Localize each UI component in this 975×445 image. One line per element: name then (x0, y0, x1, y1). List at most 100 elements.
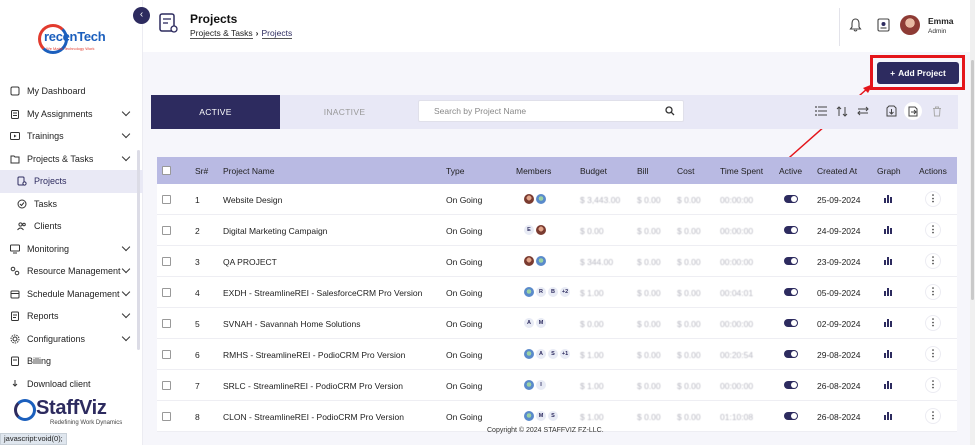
chevron-down-icon[interactable] (121, 264, 131, 274)
column-header-created[interactable]: Created At (817, 166, 857, 176)
row-checkbox[interactable] (162, 195, 171, 204)
column-header-active[interactable]: Active (779, 166, 802, 176)
table-row[interactable]: 6 RMHS - StreamlineREI - PodioCRM Pro Ver… (157, 339, 957, 370)
members-avatars[interactable]: E (524, 225, 546, 235)
collapse-sidebar-button[interactable]: ‹ (133, 7, 150, 24)
column-header-members[interactable]: Members (516, 166, 551, 176)
breadcrumb-projects[interactable]: Projects (261, 28, 293, 39)
column-header-type[interactable]: Type (446, 166, 464, 176)
row-checkbox[interactable] (162, 350, 171, 359)
search-icon[interactable] (665, 106, 675, 116)
row-checkbox[interactable] (162, 412, 171, 421)
project-name-link[interactable]: CLON - StreamlineREI - PodioCRM Pro Vers… (223, 412, 404, 422)
sort-icon[interactable] (835, 104, 849, 118)
members-avatars[interactable]: R B +2 (524, 287, 570, 297)
tab-active[interactable]: ACTIVE (151, 95, 280, 129)
page-scrollbar[interactable] (970, 0, 975, 445)
sidebar-item-configurations[interactable]: Configurations (0, 328, 143, 351)
sidebar-item-tasks[interactable]: Tasks (0, 193, 143, 216)
table-row[interactable]: 5 SVNAH - Savannah Home Solutions On Going… (157, 308, 957, 339)
column-header-graph[interactable]: Graph (877, 166, 901, 176)
members-avatars[interactable]: A S +1 (524, 349, 570, 359)
search-input[interactable] (419, 101, 649, 121)
bar-chart-icon[interactable] (884, 319, 892, 327)
column-header-name[interactable]: Project Name (223, 166, 275, 176)
active-toggle[interactable] (784, 226, 798, 234)
chevron-down-icon[interactable] (121, 152, 131, 161)
export-icon[interactable] (904, 102, 922, 120)
row-actions-menu-icon[interactable]: ⋮ (925, 408, 941, 424)
project-name-link[interactable]: SVNAH - Savannah Home Solutions (223, 319, 361, 329)
sidebar-scrollbar[interactable] (137, 150, 140, 350)
active-toggle[interactable] (784, 257, 798, 265)
column-header-actions[interactable]: Actions (919, 166, 947, 176)
sidebar-item-billing[interactable]: Billing (0, 350, 143, 373)
row-checkbox[interactable] (162, 319, 171, 328)
row-actions-menu-icon[interactable]: ⋮ (925, 222, 941, 238)
page-scrollbar-thumb[interactable] (971, 60, 974, 300)
chevron-down-icon[interactable] (121, 107, 131, 116)
active-toggle[interactable] (784, 319, 798, 327)
tab-inactive[interactable]: INACTIVE (280, 95, 409, 129)
bar-chart-icon[interactable] (884, 257, 892, 265)
select-all-checkbox[interactable] (162, 166, 171, 175)
members-avatars[interactable]: AM (524, 318, 546, 328)
project-name-link[interactable]: QA PROJECT (223, 257, 277, 267)
active-toggle[interactable] (784, 288, 798, 296)
add-project-button[interactable]: + Add Project (877, 62, 959, 84)
bar-chart-icon[interactable] (884, 381, 892, 389)
user-name[interactable]: Emma (928, 16, 954, 26)
active-toggle[interactable] (784, 195, 798, 203)
swap-icon[interactable] (856, 104, 870, 118)
members-avatars[interactable] (524, 256, 546, 266)
active-toggle[interactable] (784, 412, 798, 420)
table-row[interactable]: 1 Website Design On Going $ 3,443.00 $ 0.00 $… (157, 184, 957, 215)
sidebar-item-projects-tasks[interactable]: Projects & Tasks (0, 148, 143, 171)
recentech-logo[interactable]: recenTech We Make Technology Work (38, 22, 108, 58)
sidebar-item-my-assignments[interactable]: My Assignments (0, 103, 143, 126)
row-actions-menu-icon[interactable]: ⋮ (925, 377, 941, 393)
sidebar-item-reports[interactable]: Reports (0, 305, 143, 328)
project-name-link[interactable]: Digital Marketing Campaign (223, 226, 327, 236)
column-header-budget[interactable]: Budget (580, 166, 607, 176)
row-checkbox[interactable] (162, 257, 171, 266)
project-name-link[interactable]: Website Design (223, 195, 282, 205)
sidebar-item-clients[interactable]: Clients (0, 215, 143, 238)
row-checkbox[interactable] (162, 381, 171, 390)
breadcrumb-projects-tasks[interactable]: Projects & Tasks (190, 28, 253, 39)
chevron-down-icon[interactable] (121, 287, 131, 296)
project-name-link[interactable]: SRLC - StreamlineREI - PodioCRM Pro Vers… (223, 381, 403, 391)
project-name-link[interactable]: EXDH - StreamlineREI - SalesforceCRM Pro… (223, 288, 422, 298)
delete-icon[interactable] (930, 104, 944, 118)
column-header-cost[interactable]: Cost (677, 166, 694, 176)
members-avatars[interactable]: I (524, 380, 546, 390)
sidebar-item-schedule-management[interactable]: Schedule Management (0, 283, 143, 306)
sidebar-item-my-dashboard[interactable]: My Dashboard (0, 80, 143, 103)
bar-chart-icon[interactable] (884, 195, 892, 203)
import-icon[interactable] (884, 104, 898, 118)
chevron-down-icon[interactable] (121, 129, 131, 139)
id-card-icon[interactable] (877, 18, 890, 32)
column-header-bill[interactable]: Bill (637, 166, 648, 176)
row-actions-menu-icon[interactable]: ⋮ (925, 191, 941, 207)
sidebar-item-resource-management[interactable]: Resource Management (0, 260, 143, 283)
active-toggle[interactable] (784, 381, 798, 389)
list-view-icon[interactable] (814, 104, 828, 118)
row-actions-menu-icon[interactable]: ⋮ (925, 284, 941, 300)
chevron-down-icon[interactable] (121, 309, 131, 319)
bar-chart-icon[interactable] (884, 350, 892, 358)
members-avatars[interactable] (524, 194, 546, 204)
bar-chart-icon[interactable] (884, 412, 892, 420)
table-row[interactable]: 3 QA PROJECT On Going $ 344.00 $ 0.00 $ 0.00 0… (157, 246, 957, 277)
column-header-time[interactable]: Time Spent (720, 166, 763, 176)
column-header-sr[interactable]: Sr# (195, 166, 208, 176)
row-actions-menu-icon[interactable]: ⋮ (925, 346, 941, 362)
row-checkbox[interactable] (162, 288, 171, 297)
table-row[interactable]: 7 SRLC - StreamlineREI - PodioCRM Pro Ver… (157, 370, 957, 401)
table-row[interactable]: 4 EXDH - StreamlineREI - SalesforceCRM Pr… (157, 277, 957, 308)
user-avatar[interactable] (900, 15, 920, 35)
members-avatars[interactable]: MS (524, 411, 558, 421)
project-name-link[interactable]: RMHS - StreamlineREI - PodioCRM Pro Vers… (223, 350, 405, 360)
row-checkbox[interactable] (162, 226, 171, 235)
row-actions-menu-icon[interactable]: ⋮ (925, 253, 941, 269)
